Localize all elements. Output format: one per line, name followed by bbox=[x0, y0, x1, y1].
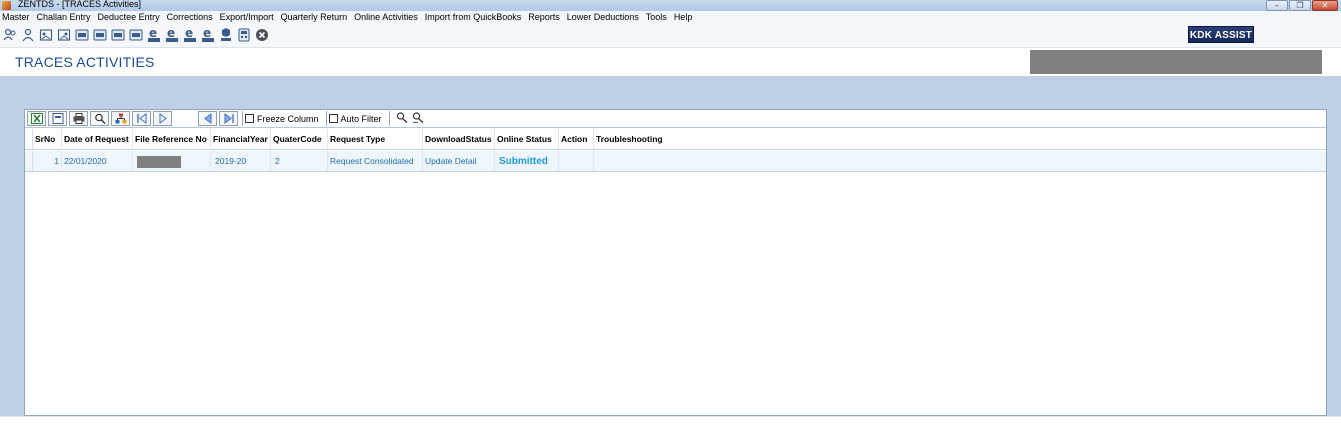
col-online-status[interactable]: Online Status bbox=[495, 129, 559, 149]
col-srno[interactable]: SrNo bbox=[33, 129, 62, 149]
cell-file-ref bbox=[133, 151, 211, 171]
minimize-button[interactable]: – bbox=[1266, 0, 1288, 11]
cell-srno: 1 bbox=[33, 151, 62, 171]
csv-export-icon[interactable] bbox=[48, 111, 67, 126]
first-page-icon[interactable] bbox=[132, 111, 151, 126]
prev-icon[interactable] bbox=[198, 111, 217, 126]
find-icon[interactable] bbox=[396, 111, 408, 126]
window-title: ZENTDS - [TRACES Activities] bbox=[18, 0, 142, 9]
main-toolbar: e e e e KDK ASSIST bbox=[0, 23, 1341, 48]
hierarchy-icon[interactable] bbox=[111, 111, 130, 126]
form-27eq-icon[interactable] bbox=[128, 27, 143, 43]
col-financial-year[interactable]: FinancialYear bbox=[211, 129, 271, 149]
traces-grid: Freeze Column Auto Filter SrNo Date of R… bbox=[24, 109, 1327, 416]
col-quarter-code[interactable]: QuaterCode bbox=[271, 129, 328, 149]
calculator-icon[interactable] bbox=[236, 27, 251, 43]
menu-help[interactable]: Help bbox=[674, 11, 693, 23]
search-icon[interactable] bbox=[90, 111, 109, 126]
status-strip bbox=[0, 416, 1341, 427]
menu-online-activities[interactable]: Online Activities bbox=[354, 11, 418, 23]
e-tds-icon[interactable]: e bbox=[200, 27, 215, 43]
auto-filter-option[interactable]: Auto Filter bbox=[325, 111, 387, 126]
table-row[interactable]: 1 22/01/2020 2019-20 2 Request Consolida… bbox=[25, 151, 1326, 172]
restore-button[interactable]: ❐ bbox=[1289, 0, 1311, 11]
auto-filter-label: Auto Filter bbox=[340, 113, 382, 124]
e-return-icon[interactable]: e bbox=[164, 27, 179, 43]
menu-master[interactable]: Master bbox=[2, 11, 30, 23]
col-troubleshooting[interactable]: Troubleshooting bbox=[594, 129, 714, 149]
grid-toolbar: Freeze Column Auto Filter bbox=[25, 110, 1326, 128]
redacted-box bbox=[1030, 50, 1322, 74]
menu-deductee-entry[interactable]: Deductee Entry bbox=[98, 11, 160, 23]
menu-reports[interactable]: Reports bbox=[528, 11, 560, 23]
window-controls: – ❐ ✕ bbox=[1266, 0, 1338, 11]
find-tools bbox=[388, 111, 424, 126]
page-header: TRACES ACTIVITIES bbox=[0, 48, 1341, 76]
cell-request-type: Request Consolidated bbox=[328, 151, 423, 171]
cell-date: 22/01/2020 bbox=[62, 151, 133, 171]
form-26q-icon[interactable] bbox=[92, 27, 107, 43]
page-title: TRACES ACTIVITIES bbox=[15, 54, 155, 70]
cell-quarter-code: 2 bbox=[271, 151, 328, 171]
deductor-icon[interactable] bbox=[56, 27, 71, 43]
menu-quarterly-return[interactable]: Quarterly Return bbox=[281, 11, 348, 23]
next-icon[interactable] bbox=[153, 111, 172, 126]
cell-action[interactable] bbox=[559, 151, 594, 171]
menu-bar: Master Challan Entry Deductee Entry Corr… bbox=[0, 11, 1341, 23]
find-next-icon[interactable] bbox=[412, 111, 424, 126]
cell-financial-year: 2019-20 bbox=[211, 151, 271, 171]
exit-icon[interactable] bbox=[254, 27, 269, 43]
menu-corrections[interactable]: Corrections bbox=[167, 11, 213, 23]
challan-icon[interactable] bbox=[38, 27, 53, 43]
freeze-column-option[interactable]: Freeze Column bbox=[242, 111, 324, 126]
app-icon bbox=[2, 1, 11, 10]
col-request-type[interactable]: Request Type bbox=[328, 129, 423, 149]
form-24q-icon[interactable] bbox=[74, 27, 89, 43]
cell-online-status: Submitted bbox=[495, 151, 559, 171]
menu-tools[interactable]: Tools bbox=[646, 11, 667, 23]
e-payment-icon[interactable]: e bbox=[146, 27, 161, 43]
col-file-reference[interactable]: File Reference No bbox=[133, 129, 211, 149]
menu-import-quickbooks[interactable]: Import from QuickBooks bbox=[425, 11, 522, 23]
menu-export-import[interactable]: Export/Import bbox=[220, 11, 274, 23]
cell-download-status[interactable]: Update Detail bbox=[423, 151, 495, 171]
deductee-icon[interactable] bbox=[20, 27, 35, 43]
table-header: SrNo Date of Request File Reference No F… bbox=[25, 129, 1326, 150]
menu-lower-deductions[interactable]: Lower Deductions bbox=[567, 11, 639, 23]
auto-filter-checkbox[interactable] bbox=[328, 114, 338, 123]
title-bar: ZENTDS - [TRACES Activities] – ❐ ✕ bbox=[0, 0, 1341, 11]
form-27q-icon[interactable] bbox=[110, 27, 125, 43]
freeze-column-label: Freeze Column bbox=[257, 113, 319, 124]
col-action[interactable]: Action bbox=[559, 129, 594, 149]
col-download-status[interactable]: DownloadStatus bbox=[423, 129, 495, 149]
print-icon[interactable] bbox=[69, 111, 88, 126]
kdk-assist-button[interactable]: KDK ASSIST bbox=[1188, 26, 1254, 43]
cell-troubleshooting[interactable] bbox=[594, 151, 714, 171]
close-button[interactable]: ✕ bbox=[1312, 0, 1338, 11]
freeze-column-checkbox[interactable] bbox=[245, 114, 254, 123]
col-date-of-request[interactable]: Date of Request bbox=[62, 129, 133, 149]
last-page-icon[interactable] bbox=[219, 111, 238, 126]
menu-challan-entry[interactable]: Challan Entry bbox=[37, 11, 91, 23]
excel-export-icon[interactable] bbox=[27, 111, 46, 126]
tds-icon[interactable] bbox=[218, 27, 233, 43]
users-icon[interactable] bbox=[2, 27, 17, 43]
e-verify-icon[interactable]: e bbox=[182, 27, 197, 43]
redacted-file-ref bbox=[137, 155, 181, 168]
